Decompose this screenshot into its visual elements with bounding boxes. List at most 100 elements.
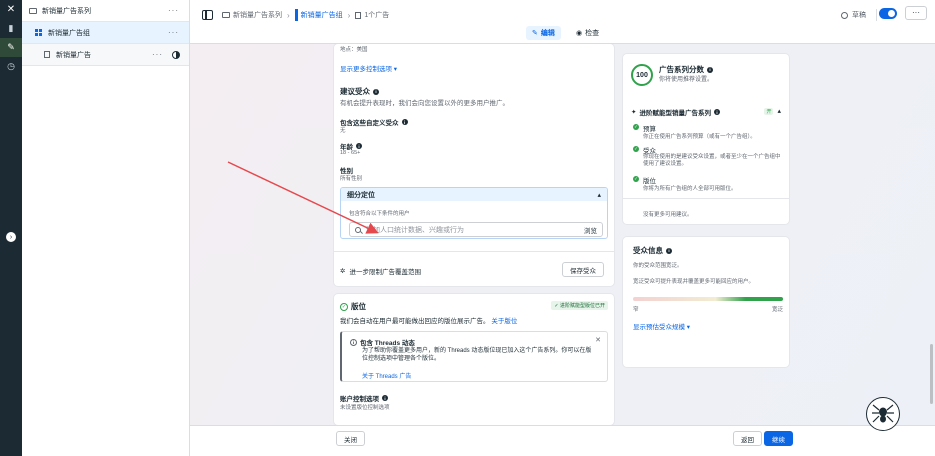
grid-icon bbox=[294, 9, 298, 21]
tree-item-label: 新销量广告 bbox=[56, 51, 91, 59]
circle-icon bbox=[841, 11, 848, 19]
detailed-targeting-header[interactable]: 细分定位 ▴ bbox=[341, 188, 607, 201]
back-button[interactable]: 返回 bbox=[733, 431, 762, 446]
tab-review[interactable]: ◉ 检查 bbox=[572, 26, 603, 40]
campaign-score-subtitle: 你将使用推荐设置。 bbox=[659, 77, 714, 83]
account-controls-value: 未设置版位控制选项 bbox=[340, 405, 390, 411]
grid-icon bbox=[34, 29, 43, 37]
detailed-targeting-panel: 细分定位 ▴ 包含符合以下条件的用户 添加人口统计数据、兴趣或行为 浏览 bbox=[340, 187, 608, 239]
info-icon: i bbox=[373, 88, 379, 95]
crumb-ad[interactable]: 1个广告 bbox=[355, 10, 389, 20]
left-rail: ✕ ▮ ✎ ◷ › bbox=[0, 0, 22, 456]
search-icon bbox=[355, 226, 361, 233]
tree-item-campaign[interactable]: 新销量广告系列 ··· bbox=[22, 0, 189, 22]
chevron-up-icon: ▴ bbox=[777, 108, 781, 115]
save-audience-button[interactable]: 保存受众 bbox=[562, 262, 604, 277]
no-more-suggestions: 没有更多可用建议。 bbox=[643, 212, 693, 218]
about-threads-link[interactable]: 关于 Threads 广告 bbox=[362, 371, 411, 380]
advantage-campaign-heading: ✦ 进阶赋能型销量广告系列 i bbox=[631, 107, 720, 117]
main-area: 地点：美国 显示更多控制选项 ▾ 建议受众 i 有机会提升表现时，我们会向您设置以… bbox=[190, 44, 935, 425]
chevron-up-icon[interactable]: ▴ bbox=[597, 191, 601, 199]
info-icon: i bbox=[356, 143, 362, 149]
advantage-placements-badge: ✓ 进阶赋能型版位已开 bbox=[551, 301, 608, 310]
tree-item-ad[interactable]: 新销量广告 ··· bbox=[22, 44, 189, 66]
chart-icon[interactable]: ▮ bbox=[0, 19, 22, 38]
more-icon[interactable]: ··· bbox=[168, 28, 179, 37]
expand-icon[interactable]: › bbox=[6, 232, 16, 242]
audience-info-line2: 宽泛受众可提升表现并覆盖更多可能回应的用户。 bbox=[633, 279, 755, 285]
close-button[interactable]: 关闭 bbox=[336, 431, 365, 446]
more-icon[interactable]: ··· bbox=[168, 6, 179, 15]
status-text: 草稿 bbox=[852, 12, 866, 19]
info-icon: i bbox=[350, 338, 357, 346]
about-placements-link[interactable]: 关于版位 bbox=[491, 318, 517, 325]
location-value: 地点：美国 bbox=[340, 47, 368, 53]
audience-size-meter bbox=[633, 297, 783, 301]
top-bar: 新销量广告系列 › 新销量广告组 › 1个广告 草稿 ··· ✎ 编辑 ◉ 检查 bbox=[190, 0, 935, 44]
tree-item-label: 新销量广告系列 bbox=[42, 7, 91, 15]
restrict-reach-link[interactable]: ✲ 进一步限制广告覆盖范围 bbox=[340, 266, 421, 276]
publish-toggle[interactable] bbox=[879, 8, 897, 19]
meter-right-label: 宽泛 bbox=[771, 307, 783, 313]
eye-icon: ◉ bbox=[576, 30, 583, 37]
info-icon: i bbox=[707, 66, 713, 73]
score-item-desc: 你正在使用广告系列预算（或有一个广告组）。 bbox=[643, 134, 756, 140]
suggested-audience-heading: 建议受众 i bbox=[340, 86, 379, 97]
more-icon[interactable]: ··· bbox=[152, 50, 163, 59]
show-estimated-audience-link[interactable]: 显示预估受众规模 ▾ bbox=[633, 321, 690, 331]
suggested-audience-desc: 有机会提升表现时，我们会向您设置以外的更多用户推广。 bbox=[340, 100, 509, 107]
meter-left-label: 窄 bbox=[633, 307, 639, 313]
sparkle-icon: ✦ bbox=[631, 109, 637, 116]
advantage-campaign-state[interactable]: 开 ▴ bbox=[764, 107, 781, 115]
threads-notice: i 包含 Threads 动态 ✕ 为了帮助你覆盖更多用户，新的 Threads… bbox=[340, 331, 608, 382]
continue-button[interactable]: 继续 bbox=[764, 431, 793, 446]
scrollbar[interactable] bbox=[930, 344, 933, 404]
check-circle-icon: ✓ bbox=[340, 302, 348, 311]
crumb-campaign[interactable]: 新销量广告系列 bbox=[222, 10, 282, 20]
chevron-right-icon: › bbox=[287, 10, 290, 20]
check-icon: ✓ bbox=[633, 176, 639, 182]
placements-desc: 我们会自动在用户最可能做出回应的版位展示广告。 关于版位 bbox=[340, 318, 518, 325]
account-controls-heading: 账户控制选项 i bbox=[340, 393, 388, 403]
tree-item-adset[interactable]: 新销量广告组 ··· bbox=[22, 22, 189, 44]
audience-card: 地点：美国 显示更多控制选项 ▾ 建议受众 i 有机会提升表现时，我们会向您设置以… bbox=[334, 44, 614, 286]
info-icon: i bbox=[382, 395, 388, 401]
placements-heading: ✓ 版位 bbox=[340, 302, 366, 311]
close-icon[interactable]: ✕ bbox=[595, 336, 601, 344]
status-indicator: 草稿 bbox=[841, 9, 877, 21]
chevron-right-icon: › bbox=[347, 10, 351, 20]
threads-notice-title: i 包含 Threads 动态 bbox=[350, 337, 415, 347]
gear-icon: ✲ bbox=[340, 268, 346, 275]
audience-info-card: 受众信息 i 你的受众范围宽泛。 宽泛受众可提升表现并覆盖更多可能回应的用户。 窄… bbox=[623, 237, 789, 367]
more-options-button[interactable]: ··· bbox=[905, 6, 927, 20]
gender-value: 所有性别 bbox=[340, 176, 363, 182]
campaign-score-card: 100 广告系列分数 i 你将使用推荐设置。 ✦ 进阶赋能型销量广告系列 i 开 … bbox=[623, 54, 789, 224]
spider-mascot-icon[interactable] bbox=[866, 397, 900, 431]
footer-bar: 关闭 返回 继续 bbox=[190, 425, 935, 456]
crumb-adset[interactable]: 新销量广告组 bbox=[294, 9, 343, 21]
show-more-controls-link[interactable]: 显示更多控制选项 ▾ bbox=[340, 63, 397, 73]
folder-icon bbox=[28, 7, 37, 15]
score-item-desc: 你将为所有广告组的人全部可用版位。 bbox=[643, 186, 737, 192]
browse-button[interactable]: 浏览 bbox=[584, 225, 597, 235]
info-icon: i bbox=[713, 109, 720, 115]
check-icon: ✓ bbox=[633, 146, 639, 152]
half-circle-icon bbox=[172, 50, 180, 59]
panel-toggle-icon[interactable] bbox=[202, 10, 213, 20]
edit-icon[interactable]: ✎ bbox=[0, 38, 22, 57]
document-icon bbox=[355, 11, 362, 19]
placements-card: ✓ 版位 ✓ 进阶赋能型版位已开 我们会自动在用户最可能做出回应的版位展示广告。… bbox=[334, 294, 614, 425]
score-item-desc: 你现在使用的是建议受众设置，或者至少在一个广告组中使用了建议设置。 bbox=[643, 154, 781, 167]
detailed-targeting-search-input[interactable]: 添加人口统计数据、兴趣或行为 浏览 bbox=[349, 222, 603, 237]
check-icon: ✓ bbox=[633, 124, 639, 130]
custom-audience-heading: 包含这些自定义受众 i bbox=[340, 117, 408, 127]
audience-info-heading: 受众信息 i bbox=[633, 245, 672, 256]
threads-notice-desc: 为了帮助你覆盖更多用户，新的 Threads 动态版位现已加入这个广告系列。你可… bbox=[362, 348, 592, 362]
close-icon[interactable]: ✕ bbox=[0, 0, 22, 19]
breadcrumb: 新销量广告系列 › 新销量广告组 › 1个广告 bbox=[222, 9, 389, 21]
audience-info-line1: 你的受众范围宽泛。 bbox=[633, 263, 683, 269]
tree-item-label: 新销量广告组 bbox=[48, 29, 90, 37]
info-icon: i bbox=[401, 119, 408, 125]
tab-edit[interactable]: ✎ 编辑 bbox=[526, 26, 561, 40]
clock-icon[interactable]: ◷ bbox=[0, 57, 22, 76]
